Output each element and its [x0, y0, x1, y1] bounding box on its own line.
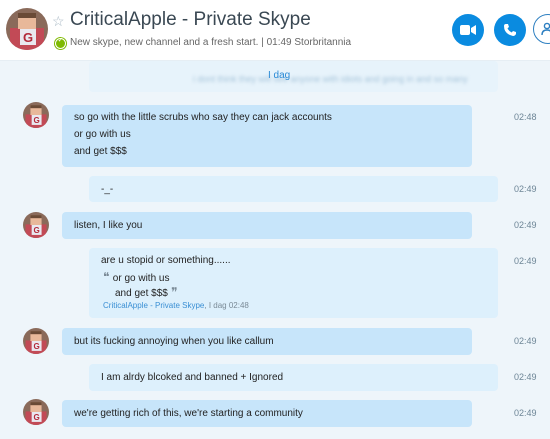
- audio-call-button[interactable]: [494, 14, 526, 46]
- message-list[interactable]: i dont think they will see anyone with i…: [0, 61, 550, 439]
- avatar-image: G: [6, 8, 48, 50]
- timestamp: 02:49: [514, 184, 537, 194]
- quote-source[interactable]: CriticalApple - Private Skype, I dag 02:…: [103, 301, 486, 310]
- open-quote-icon: ❝: [103, 270, 113, 284]
- sender-avatar[interactable]: G: [23, 328, 49, 354]
- message-line: and get $$$: [74, 146, 127, 157]
- timestamp: 02:49: [514, 256, 537, 266]
- online-status-icon: ✓: [55, 37, 66, 49]
- timestamp: 02:49: [514, 220, 537, 230]
- conversation-title: CriticalApple - Private Skype: [70, 9, 311, 30]
- quote-line: and get $$$: [115, 288, 168, 299]
- avatar-image: G: [23, 399, 49, 425]
- timestamp: 02:49: [514, 408, 537, 418]
- faded-preview-text: i dont think they will see anyone with i…: [193, 74, 468, 84]
- video-camera-icon: [460, 25, 476, 35]
- mood-message: New skype, new channel and a fresh start…: [70, 37, 352, 48]
- svg-text:G: G: [23, 30, 33, 45]
- video-call-button[interactable]: [452, 14, 484, 46]
- sender-avatar[interactable]: G: [23, 102, 49, 128]
- add-participant-button[interactable]: [533, 14, 550, 44]
- avatar-image: G: [23, 328, 49, 354]
- message-line: we're getting rich of this, we're starti…: [74, 408, 303, 419]
- previous-message-bubble: i dont think they will see anyone with i…: [89, 61, 498, 92]
- message-line: so go with the little scrubs who say the…: [74, 112, 332, 123]
- svg-text:G: G: [33, 413, 39, 422]
- message-line: I am alrdy blcoked and banned + Ignored: [101, 372, 284, 383]
- chat-header: G ☆ CriticalApple - Private Skype ✓ New …: [0, 0, 550, 61]
- sender-avatar[interactable]: G: [23, 212, 49, 238]
- avatar-image: G: [23, 102, 49, 128]
- message-bubble[interactable]: listen, I like you: [62, 212, 472, 239]
- message-bubble[interactable]: so go with the little scrubs who say the…: [62, 105, 472, 167]
- message-bubble[interactable]: are u stopid or something...... ❝ or go …: [89, 248, 498, 318]
- phone-icon: [504, 24, 516, 36]
- message-line: -_-: [101, 184, 114, 195]
- message-bubble[interactable]: but its fucking annoying when you like c…: [62, 328, 472, 355]
- contact-avatar[interactable]: G: [6, 8, 48, 50]
- timestamp: 02:48: [514, 112, 537, 122]
- sender-avatar[interactable]: G: [23, 399, 49, 425]
- message-line: but its fucking annoying when you like c…: [74, 336, 274, 347]
- message-bubble[interactable]: -_-: [89, 176, 498, 202]
- timestamp: 02:49: [514, 336, 537, 346]
- quoted-message: ❝ or go with us and get $$$ ❞ CriticalAp…: [103, 270, 486, 310]
- quote-line: or go with us: [112, 273, 170, 284]
- day-label: I dag: [268, 70, 291, 81]
- message-line: listen, I like you: [74, 220, 143, 231]
- svg-text:G: G: [33, 226, 39, 235]
- message-bubble[interactable]: we're getting rich of this, we're starti…: [62, 400, 472, 427]
- message-line: or go with us: [74, 129, 131, 140]
- favorite-star-icon[interactable]: ☆: [52, 12, 65, 30]
- svg-text:G: G: [33, 342, 39, 351]
- timestamp: 02:49: [514, 372, 537, 382]
- message-bubble[interactable]: I am alrdy blcoked and banned + Ignored: [89, 364, 498, 391]
- message-line: are u stopid or something......: [101, 255, 231, 266]
- svg-text:G: G: [33, 116, 39, 125]
- close-quote-icon: ❞: [167, 285, 178, 299]
- add-person-icon: [541, 22, 550, 36]
- avatar-image: G: [23, 212, 49, 238]
